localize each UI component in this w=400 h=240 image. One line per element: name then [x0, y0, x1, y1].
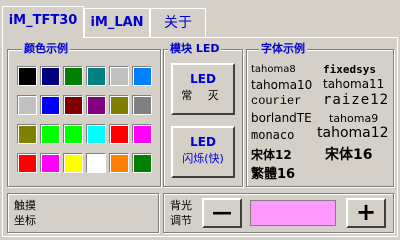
color-swatch: [87, 125, 106, 144]
color-swatch: [87, 154, 106, 173]
backlight-level-bar[interactable]: [250, 200, 336, 226]
tab-about[interactable]: 关于: [150, 8, 206, 38]
color-swatch: [133, 154, 152, 173]
color-swatch: [64, 125, 83, 144]
font-sample: tahoma8: [251, 64, 296, 75]
color-group-title: 颜色示例: [22, 42, 70, 56]
touch-label: 触摸 坐标: [14, 198, 36, 228]
font-sample: raize12: [323, 92, 390, 108]
color-swatch: [18, 96, 37, 115]
font-sample: courier: [251, 94, 302, 108]
backlight-decrease-button[interactable]: —: [202, 198, 242, 228]
color-swatch: [110, 96, 129, 115]
font-sample: borlandTE: [251, 111, 312, 125]
led-flash-button[interactable]: LED 闪烁(快): [171, 126, 235, 178]
led-steady-button[interactable]: LED 常 灭: [171, 63, 235, 115]
backlight-label-line1: 背光: [170, 199, 192, 212]
led-group: 模块 LED LED 常 灭 LED 闪烁(快): [163, 42, 243, 187]
font-sample: tahoma12: [317, 125, 389, 141]
color-swatch: [41, 96, 60, 115]
font-sample: 繁體16: [251, 167, 296, 182]
backlight-label: 背光 调节: [170, 198, 192, 228]
font-sample: tahoma10: [251, 78, 313, 92]
backlight-increase-button[interactable]: +: [346, 198, 386, 228]
tab-panel: 颜色示例 模块 LED LED 常 灭 LED 闪烁(快) 字体示例 tahom…: [2, 37, 398, 237]
font-sample: monaco: [251, 128, 295, 142]
color-swatch: [133, 67, 152, 86]
font-sample: 宋体16: [325, 147, 373, 163]
font-sample: fixedsys: [323, 63, 376, 76]
color-swatch: [64, 96, 83, 115]
led-steady-label: LED: [190, 72, 216, 86]
plus-icon: +: [355, 198, 377, 226]
tab-im-lan[interactable]: iM_LAN: [84, 8, 150, 38]
color-swatch: [41, 154, 60, 173]
touch-label-line1: 触摸: [14, 199, 36, 212]
color-swatch: [110, 125, 129, 144]
led-flash-label: LED: [190, 135, 216, 149]
font-sample: tahoma11: [323, 77, 385, 91]
tab-label: iM_TFT30: [8, 13, 78, 28]
font-sample: 宋体12: [251, 148, 292, 162]
led-steady-state: 常 灭: [181, 89, 225, 102]
color-swatch: [110, 154, 129, 173]
tab-im-tft30[interactable]: iM_TFT30: [2, 6, 84, 38]
color-swatch: [133, 96, 152, 115]
color-swatch: [41, 67, 60, 86]
led-group-title: 模块 LED: [168, 42, 222, 56]
color-swatch: [133, 125, 152, 144]
color-swatch: [64, 154, 83, 173]
color-swatch: [110, 67, 129, 86]
backlight-label-line2: 调节: [170, 214, 192, 227]
color-swatch: [64, 67, 83, 86]
color-swatch: [18, 154, 37, 173]
backlight-panel: 背光 调节 — +: [163, 193, 394, 233]
color-swatch: [87, 67, 106, 86]
color-group: 颜色示例: [7, 42, 161, 187]
minus-icon: —: [212, 200, 232, 224]
touch-label-line2: 坐标: [14, 214, 36, 227]
font-group-title: 字体示例: [259, 42, 307, 56]
led-flash-state: 闪烁(快): [182, 152, 224, 165]
tab-label: iM_LAN: [90, 15, 144, 30]
color-swatch: [18, 67, 37, 86]
tab-label: 关于: [164, 15, 192, 31]
font-group: 字体示例 tahoma8 fixedsys tahoma10 tahoma11 …: [246, 42, 394, 187]
color-swatch: [41, 125, 60, 144]
touch-panel: 触摸 坐标: [7, 193, 159, 233]
font-sample: tahoma9: [329, 112, 379, 125]
color-swatch: [18, 125, 37, 144]
color-swatch: [87, 96, 106, 115]
